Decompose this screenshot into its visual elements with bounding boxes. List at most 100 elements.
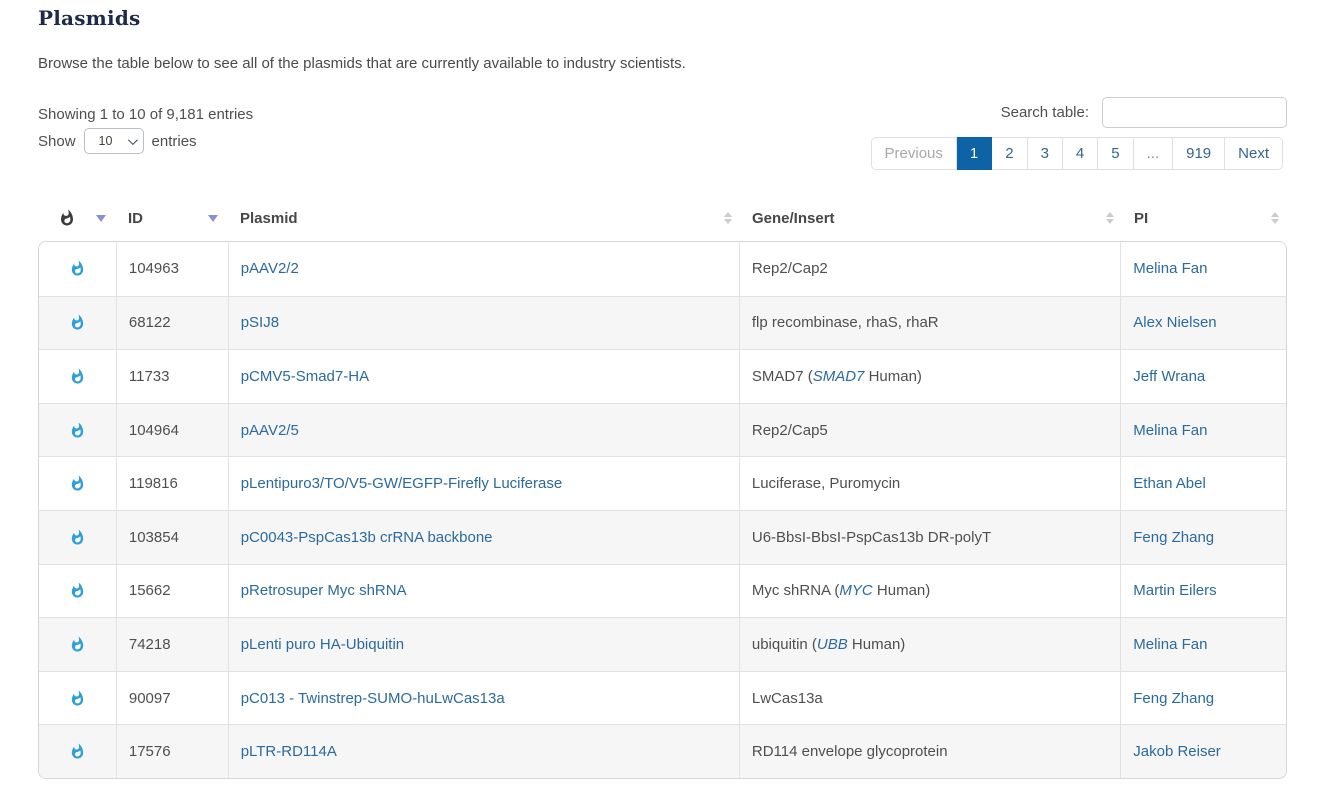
plasmid-link[interactable]: pSIJ8 [241, 314, 279, 331]
plasmid-cell: pAAV2/2 [229, 242, 740, 296]
plasmid-id: 90097 [129, 690, 171, 707]
column-header-plasmid[interactable]: Plasmid [228, 199, 740, 237]
column-header-pi[interactable]: PI [1122, 199, 1287, 237]
id-cell: 90097 [117, 672, 229, 725]
page-size-value: 10 [99, 134, 113, 148]
id-cell: 68122 [117, 297, 229, 350]
plasmid-id: 104963 [129, 260, 179, 277]
popularity-cell [39, 672, 117, 725]
id-cell: 74218 [117, 618, 229, 671]
pi-link[interactable]: Martin Eilers [1133, 582, 1216, 599]
sort-both-icon [1271, 212, 1279, 224]
gene-prefix: SMAD7 ( [752, 368, 813, 385]
gene-prefix: Myc shRNA ( [752, 582, 840, 599]
id-cell: 104963 [117, 242, 229, 296]
gene-insert-text: RD114 envelope glycoprotein [752, 743, 948, 760]
entries-label: entries [152, 133, 197, 150]
column-label-id: ID [128, 210, 143, 227]
pi-link[interactable]: Melina Fan [1133, 636, 1207, 653]
gene-link[interactable]: UBB [817, 636, 848, 653]
table-row: 17576 pLTR-RD114A RD114 envelope glycoprot… [39, 724, 1286, 778]
pi-link[interactable]: Melina Fan [1133, 422, 1207, 439]
table-row: 11733 pCMV5-Smad7-HA SMAD7 (SMAD7 Human) Je… [39, 349, 1286, 403]
gene-prefix: RD114 envelope glycoprotein [752, 743, 948, 760]
table-row: 104963 pAAV2/2 Rep2/Cap2 Melina Fan [39, 242, 1286, 296]
page-size-select[interactable]: 10 [84, 128, 144, 154]
plasmid-link[interactable]: pLentipuro3/TO/V5-GW/EGFP-Firefly Lucife… [241, 475, 563, 492]
popularity-cell [39, 457, 117, 510]
plasmid-id: 103854 [129, 529, 179, 546]
pagination-page-1[interactable]: 1 [957, 137, 992, 170]
id-cell: 119816 [117, 457, 229, 510]
search-input[interactable] [1102, 97, 1287, 128]
pi-link[interactable]: Jakob Reiser [1133, 743, 1221, 760]
column-label-plasmid: Plasmid [240, 210, 298, 227]
plasmid-link[interactable]: pC0043-PspCas13b crRNA backbone [241, 529, 493, 546]
plasmid-id: 15662 [129, 582, 171, 599]
gene-insert-cell: U6-BbsI-BbsI-PspCas13b DR-polyT [740, 511, 1121, 564]
plasmid-link[interactable]: pAAV2/2 [241, 260, 299, 277]
plasmid-id: 11733 [129, 368, 170, 385]
gene-insert-cell: Luciferase, Puromycin [740, 457, 1121, 510]
sort-desc-icon [208, 215, 218, 222]
id-cell: 15662 [117, 565, 229, 618]
plasmids-table: 104963 pAAV2/2 Rep2/Cap2 Melina Fan 68122 pSI… [38, 241, 1287, 779]
pagination-page-2[interactable]: 2 [992, 137, 1027, 170]
plasmid-link[interactable]: pCMV5-Smad7-HA [241, 368, 369, 385]
gene-link[interactable]: SMAD7 [813, 368, 865, 385]
pagination-next[interactable]: Next [1225, 137, 1283, 170]
plasmid-link[interactable]: pAAV2/5 [241, 422, 299, 439]
gene-prefix: ubiquitin ( [752, 636, 817, 653]
table-row: 15662 pRetrosuper Myc shRNA Myc shRNA (MYC… [39, 564, 1286, 618]
gene-insert-cell: SMAD7 (SMAD7 Human) [740, 350, 1121, 403]
table-row: 119816 pLentipuro3/TO/V5-GW/EGFP-Firefly … [39, 456, 1286, 510]
plasmid-id: 104964 [129, 422, 179, 439]
flame-icon [69, 475, 86, 492]
column-label-gene-insert: Gene/Insert [752, 210, 835, 227]
column-header-id[interactable]: ID [116, 199, 228, 237]
plasmid-cell: pC013 - Twinstrep-SUMO-huLwCas13a [229, 672, 740, 725]
pi-link[interactable]: Ethan Abel [1133, 475, 1206, 492]
popularity-cell [39, 725, 117, 778]
pagination-page-919[interactable]: 919 [1173, 137, 1225, 170]
page-title: Plasmids [38, 6, 140, 30]
plasmid-link[interactable]: pC013 - Twinstrep-SUMO-huLwCas13a [241, 690, 505, 707]
column-header-gene-insert[interactable]: Gene/Insert [740, 199, 1122, 237]
pi-link[interactable]: Melina Fan [1133, 260, 1207, 277]
gene-insert-text: flp recombinase, rhaS, rhaR [752, 314, 939, 331]
pagination-page-3[interactable]: 3 [1028, 137, 1063, 170]
pi-link[interactable]: Jeff Wrana [1133, 368, 1205, 385]
pagination-page-4[interactable]: 4 [1063, 137, 1098, 170]
pi-link[interactable]: Alex Nielsen [1133, 314, 1216, 331]
pi-link[interactable]: Feng Zhang [1133, 690, 1214, 707]
pi-cell: Alex Nielsen [1121, 297, 1286, 350]
gene-insert-text: U6-BbsI-BbsI-PspCas13b DR-polyT [752, 529, 991, 546]
gene-prefix: Rep2/Cap2 [752, 260, 828, 277]
plasmid-cell: pCMV5-Smad7-HA [229, 350, 740, 403]
sort-both-icon [724, 212, 732, 224]
gene-insert-cell: ubiquitin (UBB Human) [740, 618, 1121, 671]
page-description: Browse the table below to see all of the… [38, 55, 686, 72]
pagination-previous[interactable]: Previous [871, 137, 957, 170]
plasmid-cell: pRetrosuper Myc shRNA [229, 565, 740, 618]
plasmid-link[interactable]: pRetrosuper Myc shRNA [241, 582, 407, 599]
plasmid-cell: pLentipuro3/TO/V5-GW/EGFP-Firefly Lucife… [229, 457, 740, 510]
flame-icon [69, 368, 86, 385]
plasmid-id: 74218 [129, 636, 171, 653]
pi-cell: Jakob Reiser [1121, 725, 1286, 778]
plasmid-link[interactable]: pLTR-RD114A [241, 743, 337, 760]
pagination-page-5[interactable]: 5 [1098, 137, 1133, 170]
pi-link[interactable]: Feng Zhang [1133, 529, 1214, 546]
flame-icon [69, 260, 86, 277]
plasmid-cell: pC0043-PspCas13b crRNA backbone [229, 511, 740, 564]
gene-insert-text: Myc shRNA (MYC Human) [752, 582, 930, 599]
table-row: 103854 pC0043-PspCas13b crRNA backbone U6-… [39, 510, 1286, 564]
gene-suffix: Human) [864, 368, 922, 385]
column-header-popularity[interactable] [38, 199, 116, 237]
gene-link[interactable]: MYC [839, 582, 872, 599]
plasmid-link[interactable]: pLenti puro HA-Ubiquitin [241, 636, 404, 653]
plasmid-id: 17576 [129, 743, 171, 760]
flame-icon [69, 422, 86, 439]
id-cell: 17576 [117, 725, 229, 778]
showing-entries-text: Showing 1 to 10 of 9,181 entries [38, 106, 253, 123]
